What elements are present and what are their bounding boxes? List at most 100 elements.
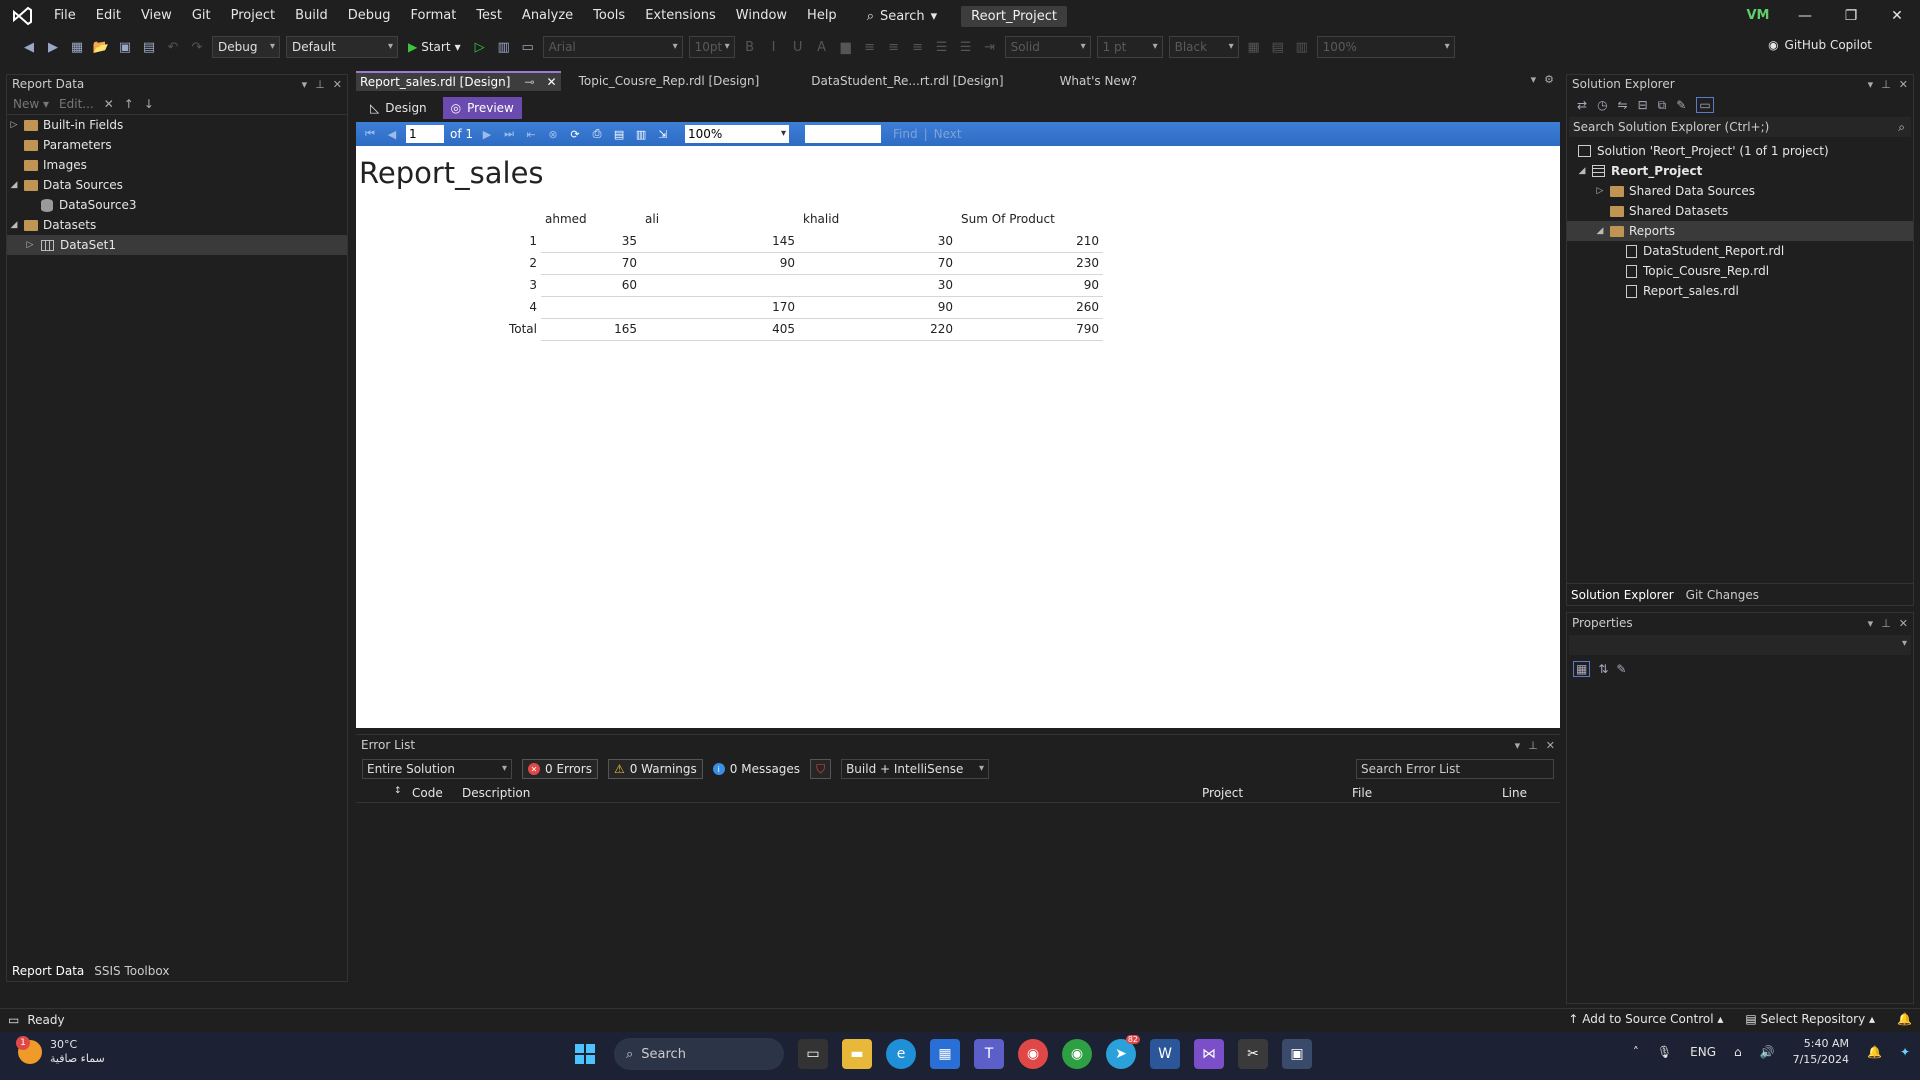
collapse-all-icon[interactable]: ⊟ bbox=[1638, 98, 1648, 112]
object-select[interactable] bbox=[1569, 635, 1911, 655]
avatar[interactable]: VM bbox=[1744, 6, 1772, 26]
tree-item-topic-cousre-rep[interactable]: Topic_Cousre_Rep.rdl bbox=[1567, 261, 1913, 281]
github-copilot-button[interactable]: ◉ GitHub Copilot bbox=[1768, 38, 1872, 52]
errors-filter-button[interactable]: ✕ 0 Errors bbox=[522, 759, 598, 779]
export-icon[interactable]: ⇲ bbox=[655, 126, 671, 142]
tree-item-images[interactable]: Images bbox=[7, 155, 347, 175]
indent-icon[interactable]: ⇥ bbox=[981, 38, 999, 56]
align-icon[interactable]: ▤ bbox=[1269, 38, 1287, 56]
sort-icon[interactable]: ↕ bbox=[394, 786, 402, 796]
filter-icon[interactable]: ⛉ bbox=[810, 759, 832, 779]
print-layout-icon[interactable]: ▤ bbox=[611, 126, 627, 142]
move-up-icon[interactable]: ↑ bbox=[124, 97, 134, 111]
stop-icon[interactable]: ⊗ bbox=[545, 126, 561, 142]
column-code[interactable]: Code bbox=[412, 786, 443, 800]
next-page-icon[interactable]: ▶ bbox=[479, 126, 495, 142]
copilot-taskbar-icon[interactable]: ✦ bbox=[1900, 1045, 1910, 1059]
underline-icon[interactable]: U bbox=[789, 38, 807, 56]
new-button[interactable]: New ▾ bbox=[13, 97, 49, 111]
expand-arrow-icon[interactable]: ▷ bbox=[23, 240, 37, 250]
microsoft-store-icon[interactable]: ▦ bbox=[930, 1039, 960, 1069]
snipping-tool-icon[interactable]: ✂ bbox=[1238, 1039, 1268, 1069]
menu-help[interactable]: Help bbox=[797, 0, 847, 32]
tree-item-built-in-fields[interactable]: ▷ Built-in Fields bbox=[7, 115, 347, 135]
previous-page-icon[interactable]: ◀ bbox=[384, 126, 400, 142]
open-folder-icon[interactable]: 📂 bbox=[92, 38, 110, 56]
font-color-icon[interactable]: A bbox=[813, 38, 831, 56]
chevron-down-icon[interactable]: ▾ bbox=[1868, 78, 1874, 91]
doc-tab-topic-cousre-rep[interactable]: Topic_Cousre_Rep.rdl [Design] bbox=[575, 71, 764, 91]
align-center-icon[interactable]: ≡ bbox=[885, 38, 903, 56]
column-file[interactable]: File bbox=[1352, 786, 1372, 800]
column-line[interactable]: Line bbox=[1502, 786, 1527, 800]
last-page-icon[interactable]: ⏭ bbox=[501, 126, 517, 142]
gear-icon[interactable]: ⚙ bbox=[1544, 73, 1554, 86]
pin-icon[interactable]: ⊥ bbox=[315, 78, 325, 91]
menu-git[interactable]: Git bbox=[182, 0, 221, 32]
tab-git-changes[interactable]: Git Changes bbox=[1686, 588, 1759, 602]
chevron-down-icon[interactable]: ▾ bbox=[1868, 617, 1874, 630]
close-icon[interactable]: ✕ bbox=[1899, 617, 1908, 630]
collapse-arrow-icon[interactable]: ◢ bbox=[1593, 226, 1607, 236]
pin-icon[interactable]: ⊥ bbox=[1881, 78, 1891, 91]
tree-item-shared-data-sources[interactable]: ▷ Shared Data Sources bbox=[1567, 181, 1913, 201]
show-all-files-icon[interactable]: ⧉ bbox=[1658, 98, 1667, 113]
restore-icon[interactable]: ❐ bbox=[1828, 0, 1874, 32]
chevron-down-icon[interactable]: ▾ bbox=[302, 78, 308, 91]
visual-studio-logo-icon[interactable] bbox=[0, 0, 44, 32]
scope-select[interactable]: Entire Solution bbox=[362, 759, 512, 779]
save-icon[interactable]: ▣ bbox=[116, 38, 134, 56]
menu-analyze[interactable]: Analyze bbox=[512, 0, 583, 32]
chevron-down-icon[interactable]: ▾ bbox=[1515, 739, 1521, 752]
telegram-icon[interactable]: ➤ 82 bbox=[1106, 1035, 1140, 1069]
undo-icon[interactable]: ↶ bbox=[164, 38, 182, 56]
start-button[interactable]: ▶ Start ▾ bbox=[404, 40, 465, 54]
tree-item-dataset1[interactable]: ▷ DataSet1 bbox=[7, 235, 347, 255]
menu-edit[interactable]: Edit bbox=[86, 0, 131, 32]
tree-item-datastudent-report[interactable]: DataStudent_Report.rdl bbox=[1567, 241, 1913, 261]
doc-tab-whats-new[interactable]: What's New? bbox=[1056, 71, 1141, 91]
ssms-icon[interactable]: ▣ bbox=[1282, 1039, 1312, 1069]
tab-solution-explorer[interactable]: Solution Explorer bbox=[1571, 588, 1674, 602]
property-pages-icon[interactable]: ✎ bbox=[1616, 662, 1626, 676]
tray-chevron-up-icon[interactable]: ˄ bbox=[1633, 1045, 1639, 1059]
menu-file[interactable]: File bbox=[44, 0, 86, 32]
project-title-badge[interactable]: Reort_Project bbox=[961, 5, 1067, 27]
italic-icon[interactable]: I bbox=[765, 38, 783, 56]
close-icon[interactable]: ✕ bbox=[547, 75, 557, 89]
alphabetical-icon[interactable]: ⇅ bbox=[1598, 662, 1608, 676]
new-project-icon[interactable]: ▦ bbox=[68, 38, 86, 56]
page-setup-icon[interactable]: ▥ bbox=[633, 126, 649, 142]
doc-tab-report-sales[interactable]: Report_sales.rdl [Design] ⊸ ✕ bbox=[356, 71, 561, 91]
categorized-icon[interactable]: ▦ bbox=[1573, 661, 1591, 677]
print-icon[interactable]: ⎙ bbox=[589, 126, 605, 142]
warnings-filter-button[interactable]: ⚠ 0 Warnings bbox=[607, 759, 703, 779]
expand-arrow-icon[interactable]: ▷ bbox=[1593, 186, 1607, 196]
back-icon[interactable]: ◀ bbox=[20, 38, 38, 56]
taskbar-search[interactable]: ⌕ Search bbox=[614, 1038, 784, 1070]
tree-item-solution[interactable]: Solution 'Reort_Project' (1 of 1 project… bbox=[1567, 141, 1913, 161]
borders-icon[interactable]: ▦ bbox=[1245, 38, 1263, 56]
select-repository-button[interactable]: ▤ Select Repository ▴ bbox=[1745, 1012, 1875, 1026]
menu-project[interactable]: Project bbox=[221, 0, 285, 32]
volume-icon[interactable]: 🔊 bbox=[1760, 1045, 1775, 1059]
forward-icon[interactable]: ▶ bbox=[44, 38, 62, 56]
solution-explorer-search-input[interactable]: Search Solution Explorer (Ctrl+;) ⌕ bbox=[1569, 117, 1911, 137]
border-width-select[interactable]: 1 pt bbox=[1096, 36, 1163, 58]
border-color-select[interactable]: Black bbox=[1168, 36, 1239, 58]
tab-design[interactable]: ◺ Design bbox=[362, 97, 435, 119]
font-name-select[interactable]: Arial bbox=[542, 36, 683, 58]
menu-window[interactable]: Window bbox=[726, 0, 797, 32]
task-view-icon[interactable]: ▭ bbox=[798, 1039, 828, 1069]
tree-item-shared-datasets[interactable]: Shared Datasets bbox=[1567, 201, 1913, 221]
next-button[interactable]: Next bbox=[934, 127, 962, 141]
pin-icon[interactable]: ⊸ bbox=[524, 75, 534, 89]
word-icon[interactable]: W bbox=[1150, 1039, 1180, 1069]
error-list-search-input[interactable]: Search Error List bbox=[1356, 759, 1554, 779]
menu-build[interactable]: Build bbox=[285, 0, 338, 32]
align-right-icon[interactable]: ≡ bbox=[909, 38, 927, 56]
expand-arrow-icon[interactable]: ▷ bbox=[7, 120, 21, 130]
tree-item-datasets[interactable]: ◢ Datasets bbox=[7, 215, 347, 235]
start-without-debug-icon[interactable]: ▷ bbox=[471, 38, 489, 56]
tab-preview[interactable]: ◎ Preview bbox=[442, 97, 522, 119]
